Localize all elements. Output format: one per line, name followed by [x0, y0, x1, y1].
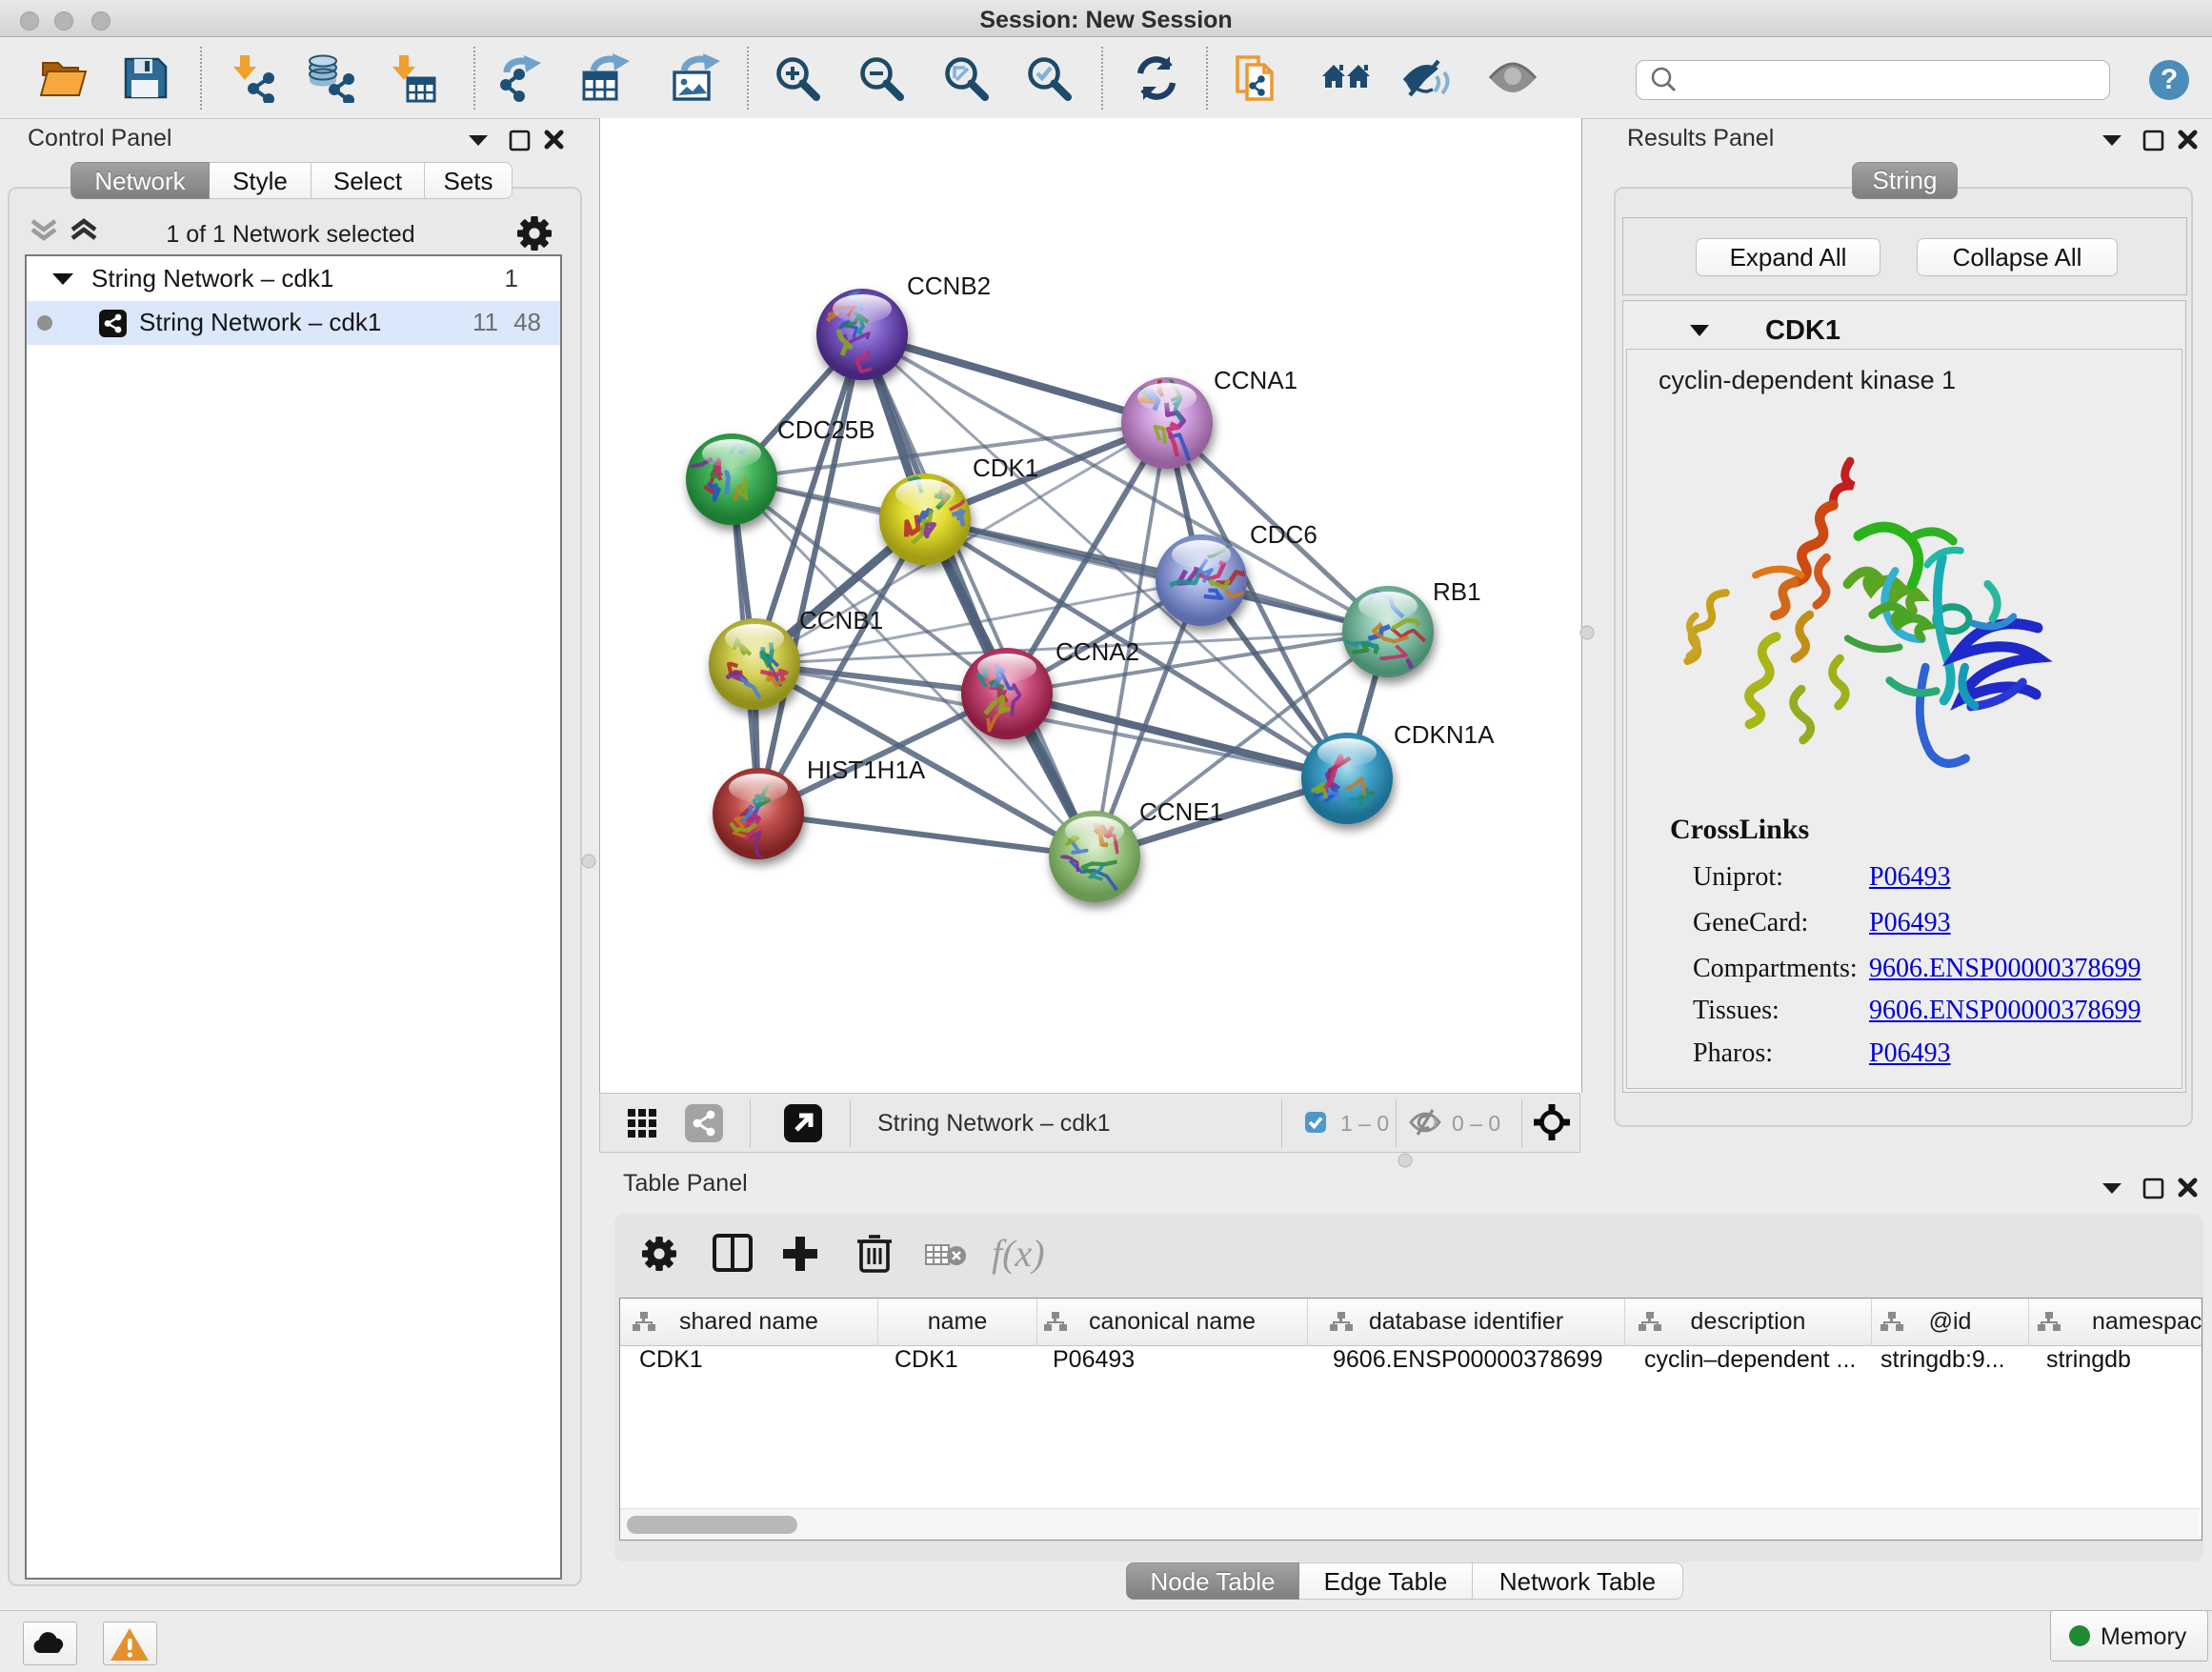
- svg-text:CDC6: CDC6: [1250, 520, 1317, 549]
- svg-text:CDK1: CDK1: [973, 453, 1038, 482]
- svg-text:RB1: RB1: [1433, 577, 1481, 606]
- svg-text:CCNB1: CCNB1: [799, 606, 883, 635]
- svg-text:CDKN1A: CDKN1A: [1394, 720, 1495, 749]
- svg-text:CDC25B: CDC25B: [777, 415, 875, 444]
- svg-text:CCNA1: CCNA1: [1214, 366, 1297, 394]
- svg-text:HIST1H1A: HIST1H1A: [807, 755, 926, 784]
- svg-text:CCNE1: CCNE1: [1139, 797, 1223, 826]
- svg-text:CCNA2: CCNA2: [1056, 637, 1139, 666]
- svg-text:CCNB2: CCNB2: [907, 272, 991, 300]
